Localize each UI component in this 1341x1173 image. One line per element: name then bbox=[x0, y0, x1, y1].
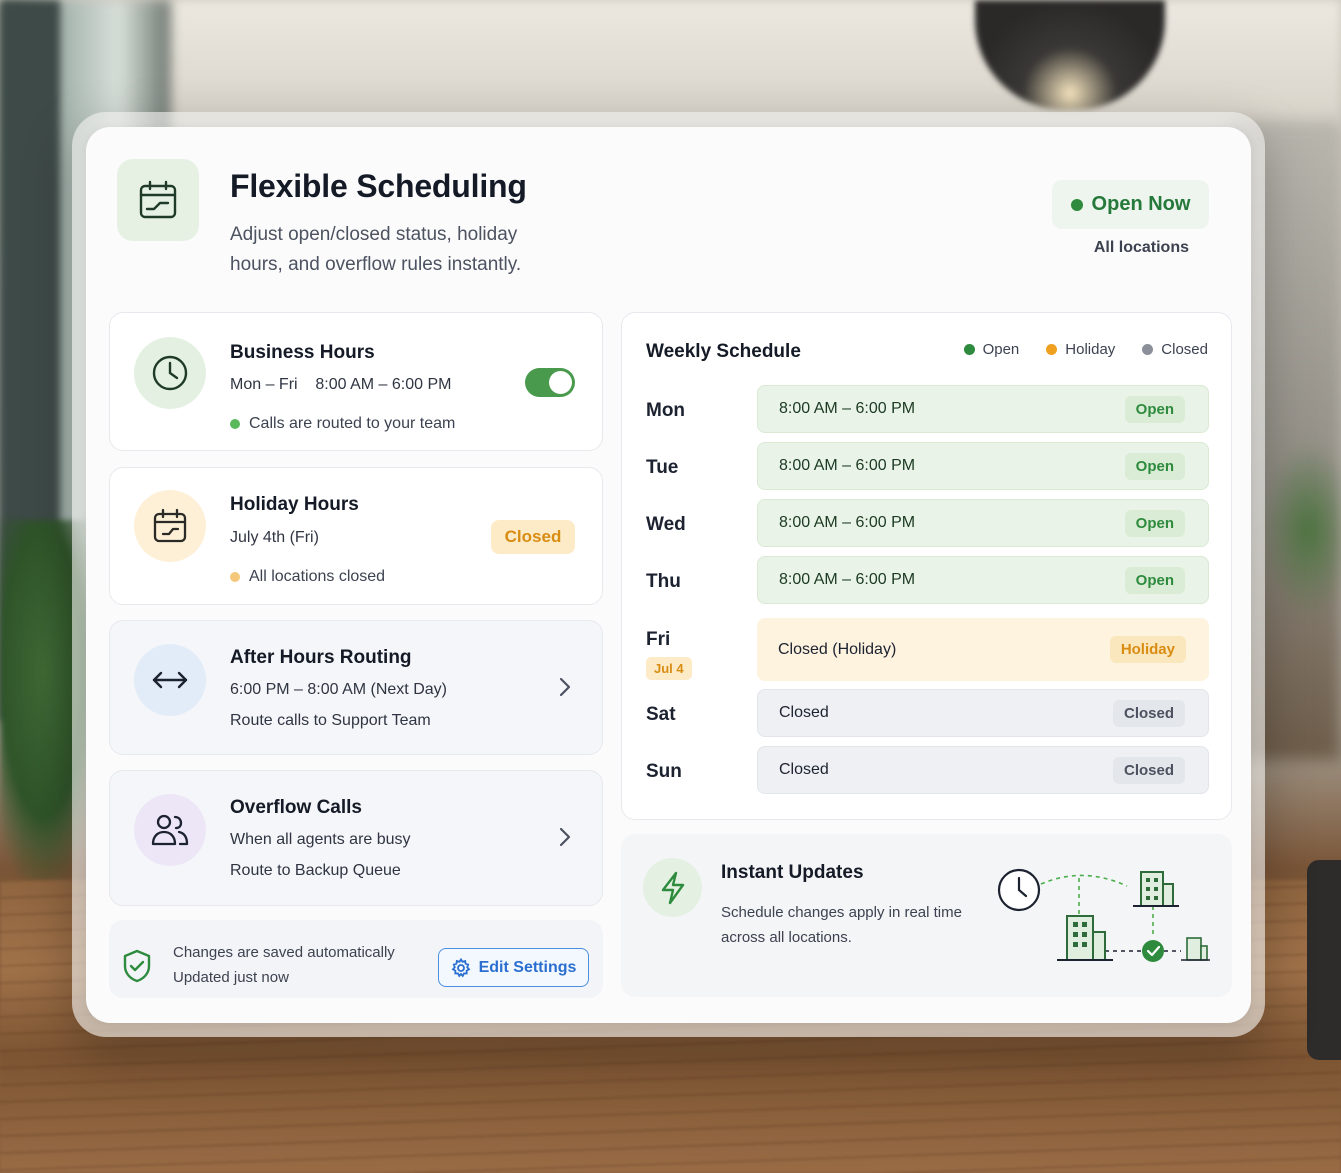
overflow-calls-card[interactable]: Overflow Calls When all agents are busy … bbox=[109, 770, 603, 906]
chevron-right-icon[interactable] bbox=[558, 826, 572, 848]
status-dot-icon bbox=[1070, 198, 1083, 211]
overflow-route: Route to Backup Queue bbox=[230, 862, 401, 879]
slot-status-badge: Closed bbox=[1112, 699, 1185, 727]
schedule-slot-sat[interactable]: Closed Closed bbox=[757, 689, 1209, 737]
slot-status-badge: Open bbox=[1124, 566, 1185, 594]
day-label-sat: Sat bbox=[646, 704, 676, 725]
day-label-sun: Sun bbox=[646, 761, 682, 782]
status-scope: All locations bbox=[1093, 239, 1189, 256]
chevron-right-icon[interactable] bbox=[558, 676, 572, 698]
day-label-mon: Mon bbox=[646, 400, 686, 421]
schedule-slot-sun[interactable]: Closed Closed bbox=[757, 746, 1209, 794]
scheduling-card: Flexible Scheduling Adjust open/closed s… bbox=[86, 127, 1251, 1023]
day-label-tue: Tue bbox=[646, 457, 679, 478]
weekly-schedule-title: Weekly Schedule bbox=[646, 341, 801, 362]
holiday-status-badge: Closed bbox=[491, 520, 575, 554]
legend-open: Open bbox=[963, 341, 1019, 358]
fri-date-tag: Jul 4 bbox=[646, 657, 692, 680]
sync-locations-illustration bbox=[997, 868, 1210, 962]
business-hours-title: Business Hours bbox=[230, 342, 375, 363]
calendar-icon bbox=[117, 159, 199, 241]
shield-check-icon bbox=[123, 949, 151, 983]
schedule-slot-thu[interactable]: 8:00 AM – 6:00 PM Open bbox=[757, 556, 1209, 604]
holiday-note: All locations closed bbox=[230, 568, 385, 586]
lightning-icon bbox=[643, 858, 702, 917]
slot-status-badge: Open bbox=[1124, 395, 1185, 423]
instant-updates-title: Instant Updates bbox=[721, 862, 864, 883]
slot-status-badge: Open bbox=[1124, 509, 1185, 537]
schedule-slot-fri[interactable]: Closed (Holiday) Holiday bbox=[757, 618, 1209, 681]
page-title: Flexible Scheduling bbox=[230, 168, 527, 204]
autosave-text: Changes are saved automatically Updated … bbox=[173, 944, 395, 986]
amber-dot-icon bbox=[230, 572, 240, 582]
holiday-calendar-icon bbox=[134, 490, 206, 562]
swap-arrows-icon bbox=[134, 644, 206, 716]
schedule-slot-wed[interactable]: 8:00 AM – 6:00 PM Open bbox=[757, 499, 1209, 547]
overflow-condition: When all agents are busy bbox=[230, 831, 411, 848]
holiday-hours-card: Holiday Hours July 4th (Fri) All locatio… bbox=[109, 467, 603, 605]
schedule-slot-mon[interactable]: 8:00 AM – 6:00 PM Open bbox=[757, 385, 1209, 433]
slot-status-badge: Holiday bbox=[1109, 636, 1186, 663]
after-hours-card[interactable]: After Hours Routing 6:00 PM – 8:00 AM (N… bbox=[109, 620, 603, 755]
overflow-title: Overflow Calls bbox=[230, 797, 362, 818]
open-status-badge[interactable]: Open Now bbox=[1052, 180, 1209, 229]
page-subtitle: Adjust open/closed status, holiday hours… bbox=[230, 224, 522, 275]
clock-icon bbox=[134, 337, 206, 409]
slot-status-badge: Closed bbox=[1112, 756, 1185, 784]
legend-holiday: Holiday bbox=[1046, 341, 1115, 358]
holiday-date: July 4th (Fri) bbox=[230, 529, 319, 546]
slot-status-badge: Open bbox=[1124, 452, 1185, 480]
holiday-hours-title: Holiday Hours bbox=[230, 494, 359, 515]
autosave-footer: Changes are saved automatically Updated … bbox=[109, 920, 603, 998]
business-hours-card: Business Hours Mon – Fri 8:00 AM – 6:00 … bbox=[109, 312, 603, 451]
green-dot-icon bbox=[230, 419, 240, 429]
day-label-fri: Fri bbox=[646, 629, 671, 650]
day-label-wed: Wed bbox=[646, 514, 686, 535]
legend-closed: Closed bbox=[1142, 341, 1208, 358]
gear-icon bbox=[451, 957, 470, 977]
weekly-schedule-panel: Weekly Schedule Open Holiday Closed Mon … bbox=[621, 312, 1232, 820]
schedule-legend: Open Holiday Closed bbox=[963, 341, 1208, 358]
schedule-slot-tue[interactable]: 8:00 AM – 6:00 PM Open bbox=[757, 442, 1209, 490]
users-icon bbox=[134, 794, 206, 866]
business-hours-schedule: Mon – Fri 8:00 AM – 6:00 PM bbox=[230, 376, 452, 393]
business-hours-toggle[interactable] bbox=[525, 368, 575, 397]
instant-updates-text: Schedule changes apply in real time acro… bbox=[721, 904, 962, 946]
edit-settings-button[interactable]: Edit Settings bbox=[438, 948, 589, 987]
after-hours-time: 6:00 PM – 8:00 AM (Next Day) bbox=[230, 681, 447, 698]
after-hours-title: After Hours Routing bbox=[230, 647, 412, 668]
day-label-thu: Thu bbox=[646, 571, 681, 592]
instant-updates-panel: Instant Updates Schedule changes apply i… bbox=[621, 834, 1232, 997]
after-hours-route: Route calls to Support Team bbox=[230, 712, 431, 729]
business-hours-note: Calls are routed to your team bbox=[230, 415, 455, 433]
